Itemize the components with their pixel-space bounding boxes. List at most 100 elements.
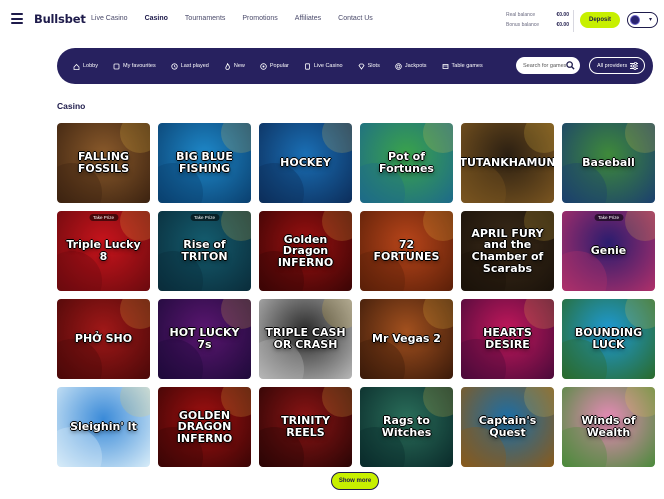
game-title: Mr Vegas 2 — [372, 332, 441, 346]
bonus-balance-value: €0.00 — [556, 22, 569, 28]
providers-label: All providers — [597, 63, 628, 69]
take-prize-badge: Take Prize — [189, 214, 220, 221]
nav-promotions[interactable]: Promotions — [242, 15, 277, 22]
nav-tournaments[interactable]: Tournaments — [185, 15, 225, 22]
category-label: My favourites — [123, 63, 156, 69]
game-tile[interactable]: Golden Dragon INFERNO — [259, 211, 352, 291]
game-tile[interactable]: TRINITY REELS — [259, 387, 352, 467]
avatar-icon — [630, 15, 640, 25]
heart-icon — [113, 63, 120, 70]
category-label: Table games — [451, 63, 483, 69]
category-bar: Lobby My favourites Last played New Popular L… — [57, 48, 653, 84]
game-title: HOT LUCKY 7s — [169, 326, 240, 351]
nav-casino[interactable]: Casino — [145, 15, 168, 22]
game-title: BIG BLUE FISHING — [176, 150, 233, 175]
game-tile[interactable]: Take Prize Triple Lucky 8 — [57, 211, 150, 291]
main-nav: Live Casino Casino Tournaments Promotions Af… — [91, 15, 390, 22]
game-title: Rise of TRITON — [181, 238, 228, 263]
game-title: BOUNDING LUCK — [574, 326, 643, 351]
category-label: Lobby — [83, 63, 98, 69]
category-label: Popular — [269, 63, 289, 69]
game-tile[interactable]: FALLING FOSSILS — [57, 123, 150, 203]
game-title: 72 FORTUNES — [373, 238, 440, 263]
category-label: Live Casino — [313, 63, 343, 69]
category-new[interactable]: New — [224, 62, 245, 70]
diamond-icon — [358, 63, 365, 70]
game-title: Rags to Witches — [381, 414, 432, 439]
category-table-games[interactable]: Table games — [442, 63, 483, 70]
bonus-balance-label: Bonus balance — [506, 22, 540, 28]
section-title: Casino — [57, 101, 86, 111]
balance-panel[interactable]: Real balance €0.00 Bonus balance €0.00 — [506, 10, 574, 32]
search-input[interactable] — [523, 61, 568, 70]
clock-icon — [171, 62, 178, 70]
game-tile[interactable]: BIG BLUE FISHING — [158, 123, 251, 203]
game-tile[interactable]: HOT LUCKY 7s — [158, 299, 251, 379]
game-tile[interactable]: Take Prize Genie — [562, 211, 655, 291]
coin-icon — [395, 62, 402, 70]
real-balance-value: €0.00 — [556, 12, 569, 18]
game-title: HEARTS DESIRE — [483, 326, 532, 351]
game-tile[interactable]: Sleighin' It — [57, 387, 150, 467]
menu-icon[interactable] — [11, 13, 23, 24]
game-tile[interactable]: Pot of Fortunes — [360, 123, 453, 203]
logo[interactable]: Bullsbet — [34, 12, 86, 26]
game-tile[interactable]: TUTANKHAMUN — [461, 123, 554, 203]
game-tile[interactable]: Baseball — [562, 123, 655, 203]
search-box — [516, 57, 580, 74]
search-icon[interactable] — [566, 61, 575, 70]
flame-icon — [224, 62, 231, 70]
game-title: FALLING FOSSILS — [77, 150, 130, 175]
category-label: Last played — [180, 63, 209, 69]
game-tile[interactable]: Rags to Witches — [360, 387, 453, 467]
game-title: HOCKEY — [280, 156, 331, 170]
game-title: TUTANKHAMUN — [461, 156, 554, 170]
deposit-button[interactable]: Deposit — [580, 12, 620, 28]
game-tile[interactable]: HOCKEY — [259, 123, 352, 203]
game-title: TRIPLE CASH OR CRASH — [265, 326, 346, 351]
game-tile[interactable]: PHỞ SHO — [57, 299, 150, 379]
game-tile[interactable]: BOUNDING LUCK — [562, 299, 655, 379]
game-tile[interactable]: Winds of Wealth — [562, 387, 655, 467]
game-tile[interactable]: GOLDEN DRAGON INFERNO — [158, 387, 251, 467]
category-label: Jackpots — [404, 63, 427, 69]
nav-affiliates[interactable]: Affiliates — [295, 15, 321, 22]
show-more-button[interactable]: Show more — [331, 472, 379, 490]
category-popular[interactable]: Popular — [260, 62, 289, 70]
take-prize-badge: Take Prize — [593, 214, 624, 221]
category-label: Slots — [367, 63, 380, 69]
game-tile[interactable]: Mr Vegas 2 — [360, 299, 453, 379]
category-jackpots[interactable]: Jackpots — [395, 62, 427, 70]
category-last-played[interactable]: Last played — [171, 62, 209, 70]
game-title: Genie — [590, 244, 627, 258]
star-icon — [260, 62, 267, 70]
category-my-favourites[interactable]: My favourites — [113, 63, 156, 70]
category-live-casino[interactable]: Live Casino — [304, 62, 343, 70]
game-tile[interactable]: Captain's Quest — [461, 387, 554, 467]
category-lobby[interactable]: Lobby — [73, 63, 98, 70]
nav-contact-us[interactable]: Contact Us — [338, 15, 373, 22]
game-title: PHỞ SHO — [74, 332, 133, 346]
game-tile[interactable]: 72 FORTUNES — [360, 211, 453, 291]
game-title: Pot of Fortunes — [379, 150, 434, 175]
real-balance-label: Real balance — [506, 12, 536, 18]
game-grid: FALLING FOSSILS BIG BLUE FISHING HOCKEY Pot… — [57, 123, 655, 467]
profile-menu[interactable]: ▾ — [627, 12, 658, 28]
game-title: TRINITY REELS — [281, 414, 330, 439]
providers-dropdown[interactable]: All providers — [589, 57, 645, 74]
game-tile[interactable]: TRIPLE CASH OR CRASH — [259, 299, 352, 379]
game-title: GOLDEN DRAGON INFERNO — [176, 408, 233, 445]
home-icon — [73, 63, 80, 70]
game-title: Baseball — [582, 156, 635, 170]
game-tile[interactable]: Take Prize Rise of TRITON — [158, 211, 251, 291]
category-label: New — [233, 63, 245, 69]
game-tile[interactable]: HEARTS DESIRE — [461, 299, 554, 379]
game-title: Golden Dragon INFERNO — [277, 232, 334, 269]
game-title: Sleighin' It — [70, 420, 137, 434]
game-title: Winds of Wealth — [581, 414, 636, 439]
game-tile[interactable]: APRIL FURY and the Chamber of Scarabs — [461, 211, 554, 291]
chevron-down-icon: ▾ — [648, 17, 652, 23]
card-icon — [304, 62, 311, 70]
category-slots[interactable]: Slots — [358, 63, 380, 70]
nav-live-casino[interactable]: Live Casino — [91, 15, 128, 22]
